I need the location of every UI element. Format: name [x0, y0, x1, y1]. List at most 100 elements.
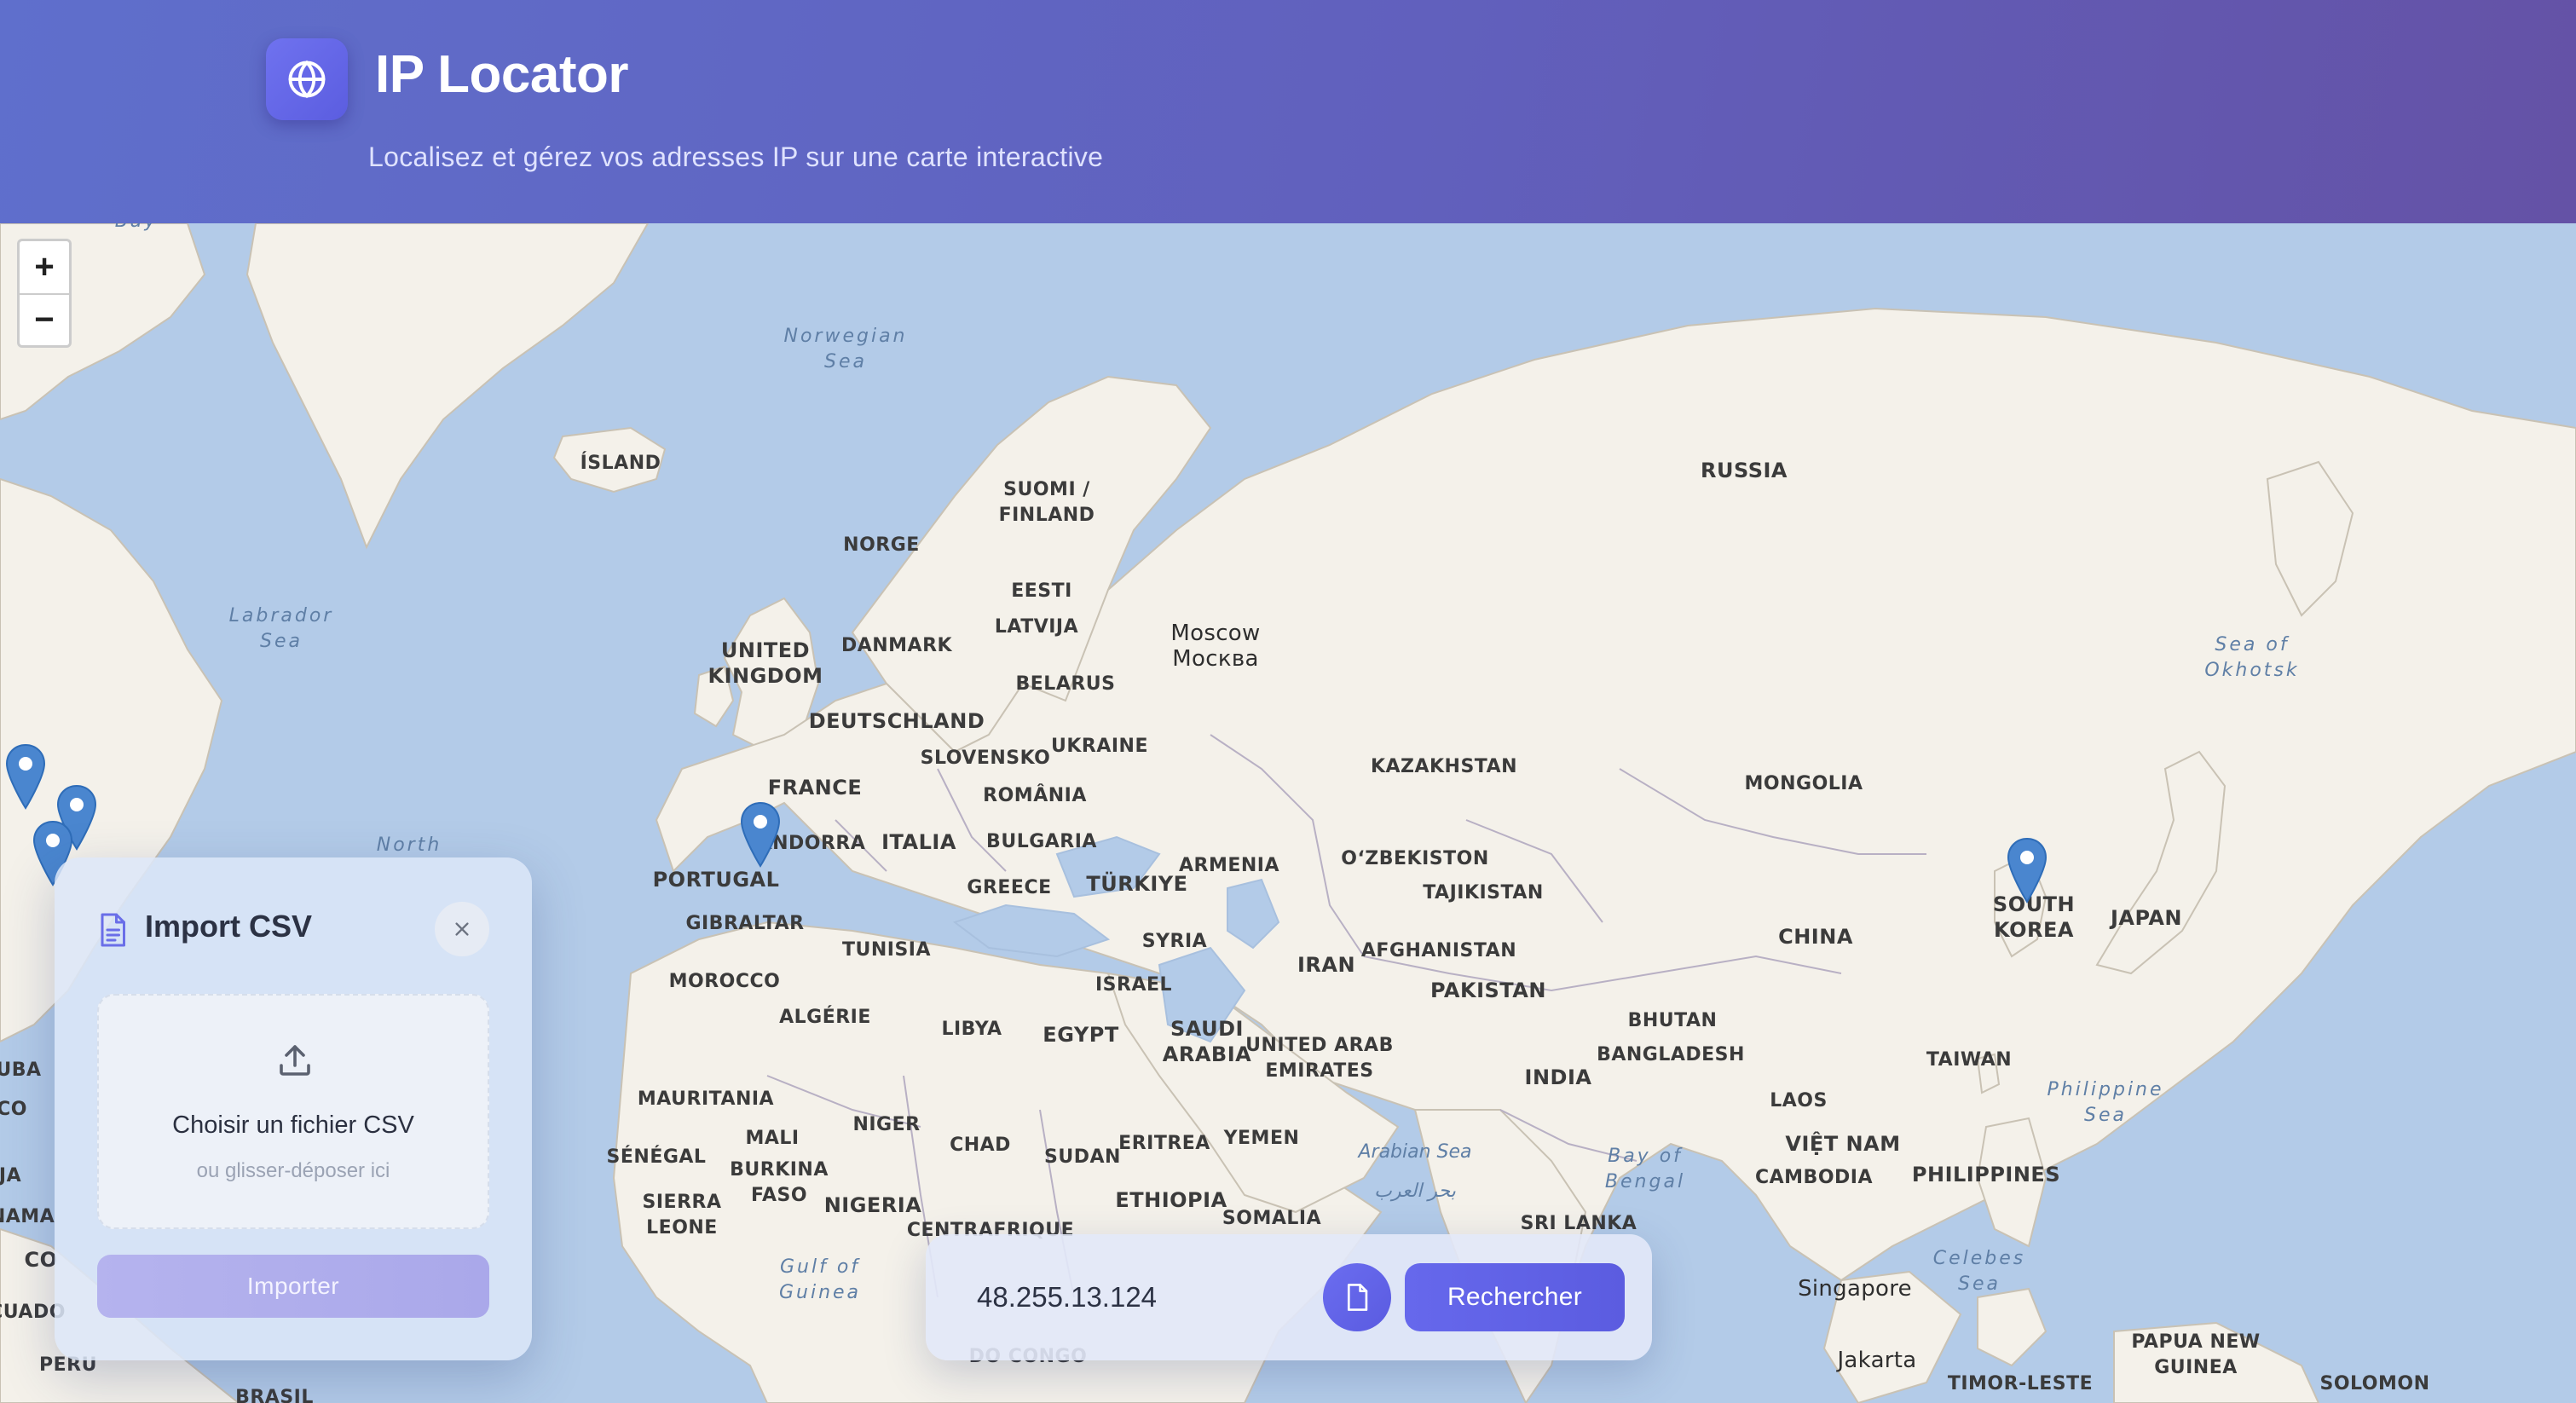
close-icon: [455, 922, 469, 936]
map-label: Philippine Sea: [2047, 1079, 2164, 1126]
map-label: ERITREA: [1118, 1133, 1210, 1154]
map-label: ROMÂNIA: [983, 785, 1087, 806]
map-label: GIBRALTAR: [685, 913, 805, 934]
map-marker-icon[interactable]: [4, 743, 47, 811]
zoom-control: + −: [17, 239, 72, 348]
page-subtitle: Localisez et gérez vos adresses IP sur u…: [368, 141, 1104, 172]
map-label: PHILIPPINES: [1911, 1163, 2061, 1186]
map-label: SÉNÉGAL: [606, 1146, 707, 1168]
map-label: SIERRA LEONE: [642, 1192, 722, 1238]
map-label: BURKINA FASO: [730, 1159, 829, 1206]
map-label: CO: [24, 1248, 58, 1272]
map-label: بحر العرب: [1374, 1181, 1456, 1202]
map-label: OʻZBEKISTON: [1341, 848, 1489, 869]
map-label: BULGARIA: [986, 831, 1097, 852]
map-label: FRANCE: [767, 776, 863, 800]
page-title: IP Locator: [375, 45, 629, 104]
map-label: TAIWAN: [1926, 1049, 2013, 1071]
map-label: TAJIKISTAN: [1423, 882, 1544, 904]
map-label: Bay: [115, 223, 159, 234]
zoom-out-button[interactable]: −: [20, 293, 69, 345]
map-label: SYRIA: [1141, 931, 1208, 952]
map-label: INDIA: [1524, 1065, 1592, 1089]
map-label: TIMOR-LESTE: [1947, 1373, 2094, 1394]
zoom-in-button[interactable]: +: [20, 241, 69, 293]
map-label: CHAD: [950, 1135, 1011, 1156]
map-label: SLOVENSKO: [920, 748, 1051, 769]
map-label: Norwegian Sea: [783, 326, 908, 372]
map-label: UKRAINE: [1050, 736, 1149, 757]
map-label: Gulf of Guinea: [778, 1256, 862, 1303]
ip-search-bar: Rechercher: [926, 1234, 1652, 1360]
map-label: VIỆT NAM: [1785, 1132, 1901, 1156]
map-label: MOROCCO: [668, 971, 781, 992]
file-button[interactable]: [1323, 1263, 1391, 1331]
map-label: NAMA: [0, 1206, 55, 1227]
map-label: DANMARK: [840, 635, 953, 656]
map-label: TUNISIA: [841, 939, 932, 961]
csv-dropzone[interactable]: Choisir un fichier CSV ou glisser-dépose…: [97, 994, 489, 1229]
map-label: CO: [0, 1099, 27, 1120]
drag-drop-hint: ou glisser-déposer ici: [196, 1159, 390, 1182]
map-label: ALGÉRIE: [779, 1007, 871, 1028]
map-label: LAOS: [1770, 1090, 1828, 1111]
document-icon: [1347, 1284, 1368, 1311]
map-label: AFGHANISTAN: [1360, 940, 1517, 961]
map-label: PAPUA NEW GUINEA: [2131, 1331, 2261, 1378]
map-label: Moscow Москва: [1170, 621, 1261, 672]
globe-icon: [266, 38, 348, 120]
map-label: YEMEN: [1223, 1128, 1300, 1149]
map-label: JAPAN: [2110, 906, 2183, 930]
map-label: UBA: [0, 1059, 42, 1081]
search-button[interactable]: Rechercher: [1405, 1263, 1625, 1331]
map-label: SOLOMON: [2319, 1373, 2430, 1394]
map-label: SRI LANKA: [1520, 1213, 1637, 1234]
map-marker-icon[interactable]: [739, 801, 782, 869]
map-label: NIGER: [852, 1114, 921, 1135]
map-label: LATVIJA: [994, 616, 1079, 638]
map-label: UNITED ARAB EMIRATES: [1245, 1035, 1394, 1082]
map-label: MAURITANIA: [637, 1088, 775, 1110]
map-label: NORGE: [843, 534, 920, 556]
import-csv-panel: Import CSV Choisir un fichier CSV ou gli…: [55, 857, 532, 1360]
upload-icon: [280, 1045, 310, 1076]
close-button[interactable]: [435, 902, 489, 956]
map-label: PAKISTAN: [1430, 979, 1546, 1002]
map-label: RUSSIA: [1701, 459, 1788, 482]
map-label: NIGERIA: [823, 1193, 922, 1217]
app-header: IP Locator Localisez et gérez vos adress…: [0, 0, 2576, 223]
map-label: PORTUGAL: [652, 868, 780, 892]
choose-file-label: Choisir un fichier CSV: [172, 1111, 414, 1139]
map-label: North: [376, 834, 442, 856]
map-label: CHINA: [1778, 925, 1853, 949]
map-label: Labrador Sea: [228, 605, 334, 652]
map-label: ITALIA: [881, 830, 956, 854]
map-label: MONGOLIA: [1744, 773, 1863, 794]
map-label: ETHIOPIA: [1115, 1188, 1227, 1212]
map-label: Singapore: [1798, 1276, 1912, 1302]
map-label: SOMALIA: [1222, 1208, 1322, 1229]
map-label: DEUTSCHLAND: [808, 709, 985, 733]
map-label: ISRAEL: [1095, 974, 1173, 996]
map-label: UNITED KINGDOM: [708, 638, 823, 688]
import-button[interactable]: Importer: [97, 1255, 489, 1318]
map-label: GREECE: [967, 877, 1052, 898]
map-marker-icon[interactable]: [2006, 837, 2048, 905]
map-label: Arabian Sea: [1358, 1141, 1472, 1163]
map-label: ÍSLAND: [580, 453, 661, 474]
map-label: BELARUS: [1015, 673, 1116, 695]
map-label: Jakarta: [1837, 1348, 1917, 1373]
map-label: EGYPT: [1043, 1023, 1119, 1047]
map-label: LIBYA: [941, 1019, 1002, 1040]
map-label: SAUDI ARABIA: [1162, 1017, 1252, 1066]
map-label: SUDAN: [1044, 1146, 1121, 1168]
map-label: Sea of Okhotsk: [2204, 634, 2300, 681]
map-label: KAZAKHSTAN: [1370, 756, 1518, 777]
map-label: TÜRKIYE: [1086, 872, 1188, 896]
map-label: JA: [0, 1165, 22, 1186]
map-label: MALI: [745, 1128, 800, 1149]
map-label: EESTI: [1011, 580, 1072, 602]
map-label: BRASIL: [235, 1387, 314, 1403]
map-label: CAMBODIA: [1754, 1167, 1874, 1188]
map-label: Bay of Bengal: [1604, 1146, 1686, 1192]
